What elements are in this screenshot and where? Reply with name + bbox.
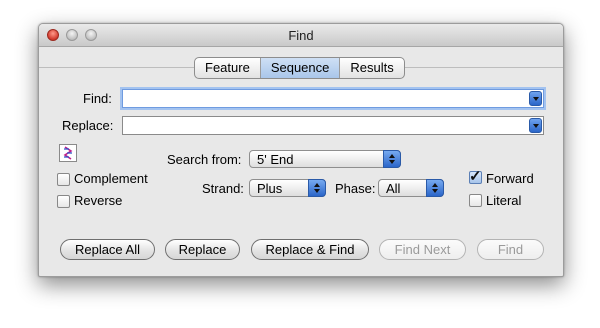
find-dropdown-arrow-icon[interactable] [529,91,542,106]
replace-button[interactable]: Replace [165,239,240,260]
strand-label: Strand: [202,181,244,196]
phase-value: All [386,181,401,196]
window-title: Find [288,28,314,43]
strand-popup[interactable]: Plus [249,179,326,197]
forward-label: Forward [486,171,534,186]
forward-checkbox[interactable]: ✓ [469,168,482,185]
complement-checkbox[interactable] [57,173,70,186]
find-next-button[interactable]: Find Next [379,239,466,260]
literal-checkbox[interactable] [469,194,482,207]
sequence-strand-icon[interactable] [59,144,77,162]
find-label: Find: [83,91,112,106]
strand-value: Plus [257,181,283,196]
complement-label: Complement [74,171,148,186]
replace-and-find-button[interactable]: Replace & Find [251,239,369,260]
replace-input[interactable] [122,116,544,135]
popup-arrows-icon [426,179,444,197]
replace-all-button[interactable]: Replace All [60,239,155,260]
tab-sequence[interactable]: Sequence [260,58,341,78]
title-bar: Find [39,24,563,47]
phase-popup[interactable]: All [378,179,444,197]
replace-dropdown-arrow-icon[interactable] [529,118,542,133]
search-from-value: 5' End [257,152,294,167]
tab-feature[interactable]: Feature [195,58,261,78]
find-button[interactable]: Find [477,239,544,260]
search-from-label: Search from: [167,152,242,167]
checkmark-icon: ✓ [469,168,482,185]
popup-arrows-icon [383,150,401,168]
tab-bar: Feature Sequence Results [194,57,405,79]
tab-results[interactable]: Results [340,58,403,78]
search-from-popup[interactable]: 5' End [249,150,401,168]
find-input[interactable] [122,89,544,108]
literal-label: Literal [486,193,522,208]
find-window: Find Feature Sequence Results Find: Repl… [38,23,564,277]
reverse-label: Reverse [74,193,123,208]
reverse-checkbox[interactable] [57,195,70,208]
popup-arrows-icon [308,179,326,197]
phase-label: Phase: [335,181,376,196]
replace-label: Replace: [62,118,114,133]
